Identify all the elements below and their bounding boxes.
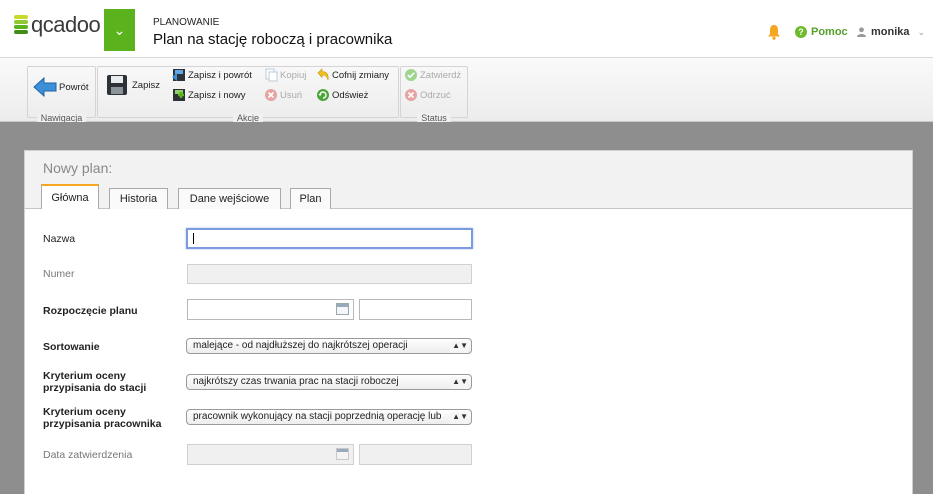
save-button[interactable]: Zapisz (106, 74, 160, 96)
plan-start-time-input[interactable] (359, 299, 472, 320)
refresh-label: Odśwież (332, 89, 369, 101)
worker-criterion-select[interactable]: pracownik wykonujący na stacji poprzedni… (186, 409, 472, 425)
select-arrows-icon: ▲▼ (450, 410, 468, 424)
menu-toggle-button[interactable]: ⌄ (104, 9, 135, 51)
ribbon-toolbar: Nawigacja Akcje Status Powrót Zapisz Zap… (0, 58, 933, 123)
calendar-icon[interactable] (336, 303, 349, 315)
station-criterion-select[interactable]: najkrótszy czas trwania prac na stacji r… (186, 374, 472, 390)
copy-label: Kopiuj (280, 69, 307, 81)
save-new-label: Zapisz i nowy (188, 89, 246, 101)
reject-button[interactable]: Odrzuć (404, 88, 451, 102)
name-input[interactable] (186, 228, 473, 249)
arrow-left-icon (33, 76, 57, 98)
sorting-value: malejące - od najdłuższej do najkrótszej… (193, 340, 408, 351)
reject-icon (405, 89, 417, 101)
app-header: qcadoo ⌄ PLANOWANIE Plan na stację roboc… (0, 0, 933, 58)
approval-date-input (187, 444, 354, 465)
approve-button[interactable]: Zatwierdź (404, 68, 461, 82)
refresh-icon (317, 89, 329, 101)
back-button[interactable]: Powrót (33, 76, 89, 98)
calendar-icon (336, 448, 349, 460)
approval-time-input (359, 444, 472, 465)
worker-criterion-label: Kryterium oceny przypisania pracownika (43, 406, 162, 430)
tab-input-data[interactable]: Dane wejściowe (178, 188, 281, 209)
plan-start-date-input[interactable] (187, 299, 354, 320)
tab-main[interactable]: Główna (41, 184, 99, 209)
delete-icon (265, 89, 277, 101)
help-icon: ? (795, 26, 807, 38)
name-label: Nazwa (43, 233, 76, 245)
save-and-back-button[interactable]: Zapisz i powrót (172, 68, 252, 82)
undo-changes-button[interactable]: Cofnij zmiany (316, 68, 389, 82)
text-cursor (193, 233, 194, 244)
save-and-new-button[interactable]: Zapisz i nowy (172, 88, 246, 102)
user-icon (857, 27, 866, 37)
number-label: Numer (43, 268, 75, 280)
save-new-icon (173, 89, 185, 101)
select-arrows-icon: ▲▼ (450, 375, 468, 389)
save-back-icon (172, 69, 185, 81)
sorting-select[interactable]: malejące - od najdłuższej do najkrótszej… (186, 338, 472, 354)
logo[interactable]: qcadoo (14, 12, 101, 38)
delete-label: Usuń (280, 89, 303, 101)
station-criterion-value: najkrótszy czas trwania prac na stacji r… (193, 376, 399, 387)
floppy-disk-icon (107, 75, 127, 95)
plan-start-label: Rozpoczęcie planu (43, 305, 138, 317)
approve-label: Zatwierdź (420, 69, 462, 81)
help-label: Pomoc (811, 26, 848, 38)
undo-label: Cofnij zmiany (332, 69, 390, 81)
user-menu[interactable]: monika ⌄ (857, 26, 925, 38)
panel-title: Nowy plan: (43, 160, 113, 176)
back-label: Powrót (59, 81, 89, 93)
breadcrumb: PLANOWANIE (153, 17, 220, 28)
approval-date-label: Data zatwierdzenia (43, 449, 133, 461)
save-label: Zapisz (132, 79, 160, 91)
check-icon (405, 69, 417, 81)
undo-icon (317, 68, 329, 81)
user-name: monika (871, 26, 910, 38)
logo-text: qcadoo (31, 12, 101, 37)
copy-icon (265, 68, 278, 82)
select-arrows-icon: ▲▼ (450, 339, 468, 353)
worker-criterion-value: pracownik wykonujący na stacji poprzedni… (193, 411, 442, 422)
chevron-down-icon: ⌄ (113, 21, 126, 38)
help-link[interactable]: ? Pomoc (795, 26, 848, 38)
bell-icon[interactable] (767, 24, 781, 40)
delete-button[interactable]: Usuń (264, 88, 302, 102)
tab-history[interactable]: Historia (109, 188, 168, 209)
chevron-down-icon: ⌄ (917, 26, 926, 37)
page-title: Plan na stację roboczą i pracownika (153, 31, 393, 48)
reject-label: Odrzuć (420, 89, 451, 101)
logo-icon (14, 15, 28, 35)
refresh-button[interactable]: Odśwież (316, 88, 368, 102)
number-input (187, 264, 472, 284)
station-criterion-label: Kryterium oceny przypisania do stacji (43, 370, 147, 394)
tab-plan[interactable]: Plan (290, 188, 331, 209)
sorting-label: Sortowanie (43, 341, 100, 353)
save-back-label: Zapisz i powrót (188, 69, 252, 81)
copy-button[interactable]: Kopiuj (264, 68, 306, 82)
